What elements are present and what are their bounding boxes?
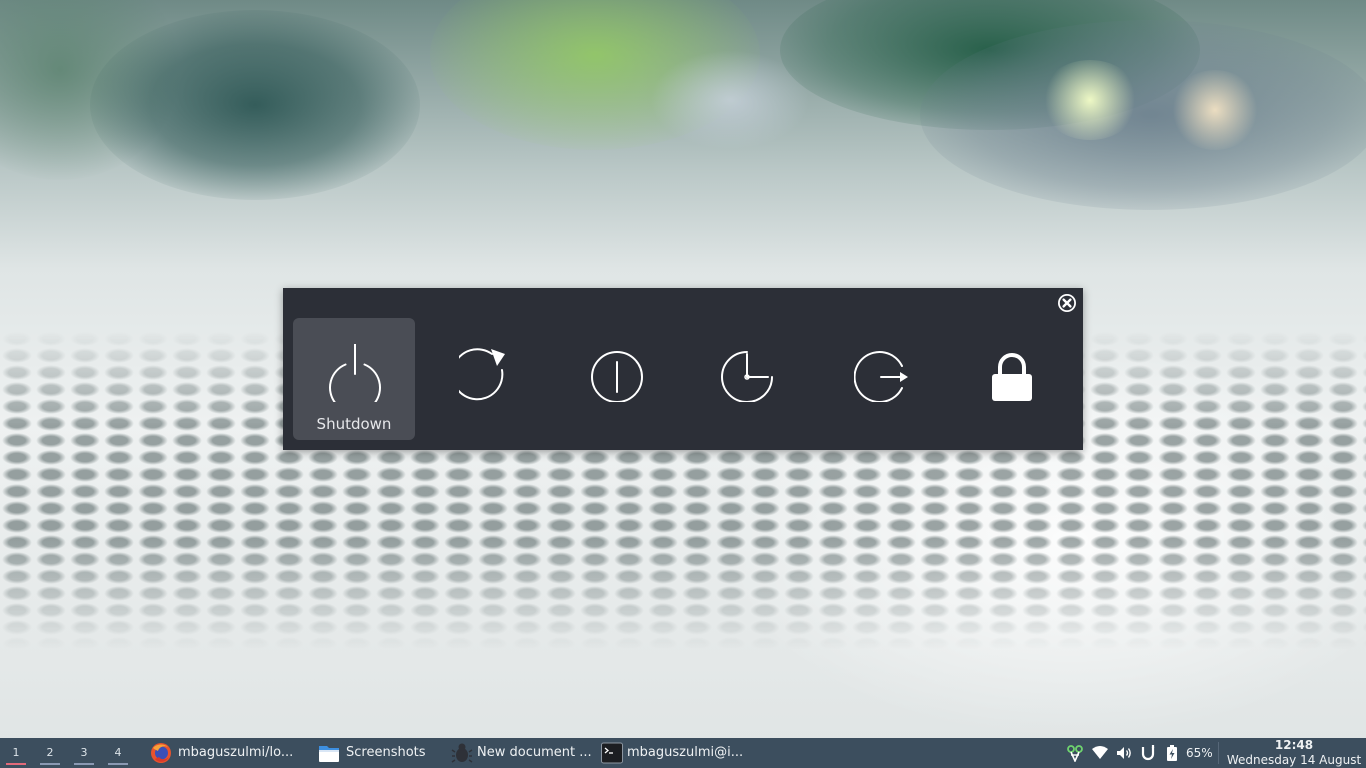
close-icon (1058, 294, 1076, 312)
task-label: New document ... (477, 745, 592, 760)
wifi-icon[interactable] (1091, 744, 1109, 762)
logout-icon (854, 344, 908, 402)
restart-icon (459, 344, 513, 402)
battery-percentage: 65% (1186, 746, 1213, 760)
task-firefox[interactable]: mbaguszulmi/lo... (150, 738, 300, 768)
firefox-icon (151, 743, 171, 763)
workspace-1[interactable]: 1 (4, 738, 28, 768)
logout-button[interactable] (819, 318, 941, 440)
terminal-icon (601, 742, 623, 764)
clock-date: Wednesday 14 August (1226, 753, 1362, 767)
workspace-2[interactable]: 2 (38, 738, 62, 768)
suspend-button[interactable] (555, 318, 677, 440)
lock-icon (985, 344, 1039, 402)
suspend-icon (590, 344, 644, 402)
task-editor[interactable]: New document ... (451, 738, 594, 768)
task-label: mbaguszulmi/lo... (178, 745, 294, 760)
restart-button[interactable] (424, 318, 546, 440)
shutdown-button[interactable]: Shutdown (293, 318, 415, 440)
close-dialog-button[interactable] (1057, 293, 1077, 313)
volume-icon[interactable] (1115, 744, 1133, 762)
task-label: mbaguszulmi@i... (627, 745, 743, 760)
editor-icon (451, 743, 473, 763)
power-plug-icon[interactable] (1139, 744, 1157, 762)
power-icon (328, 344, 382, 402)
network-manager-icon[interactable] (1066, 744, 1084, 762)
logout-dialog: Shutdown (283, 288, 1083, 450)
clock[interactable]: 12:48 Wednesday 14 August (1222, 738, 1366, 768)
workspace-3[interactable]: 3 (72, 738, 96, 768)
clock-time: 12:48 (1274, 738, 1314, 752)
hibernate-button[interactable] (685, 318, 807, 440)
hibernate-clock-icon (720, 344, 774, 402)
task-files[interactable]: Screenshots (318, 738, 430, 768)
taskbar: 1 2 3 4 mbaguszulmi/lo... Screenshots Ne… (0, 738, 1366, 768)
lock-button[interactable] (950, 318, 1072, 440)
workspace-4[interactable]: 4 (106, 738, 130, 768)
folder-icon (319, 746, 339, 762)
battery-icon[interactable] (1163, 744, 1181, 762)
task-terminal[interactable]: mbaguszulmi@i... (601, 738, 743, 768)
shutdown-label: Shutdown (316, 415, 392, 433)
tray-separator (1218, 742, 1219, 764)
task-label: Screenshots (346, 745, 426, 760)
